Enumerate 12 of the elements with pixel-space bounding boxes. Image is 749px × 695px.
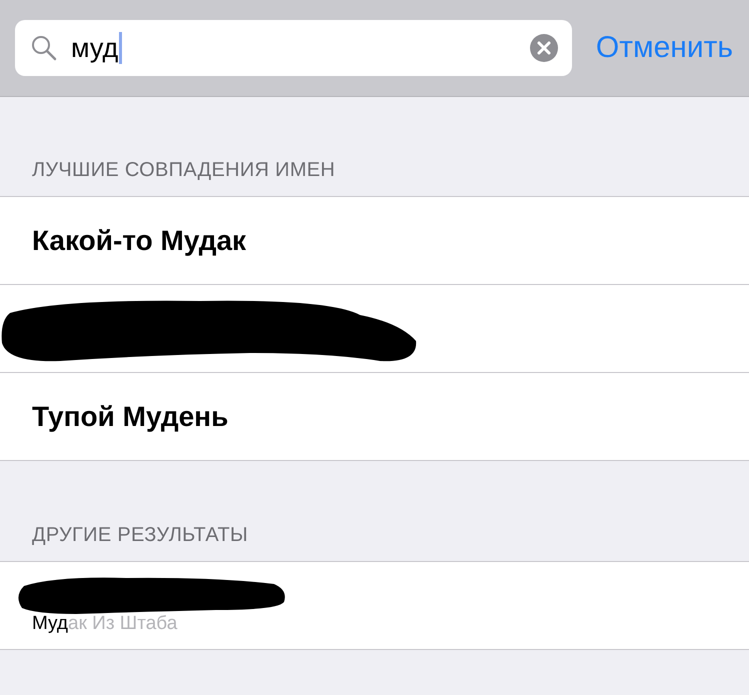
contact-row[interactable]: Тупой Мудень: [0, 373, 749, 460]
section-header: ЛУЧШИЕ СОВПАДЕНИЯ ИМЕН: [32, 159, 336, 182]
contact-row[interactable]: Мудак Из Штаба: [0, 562, 749, 649]
contact-detail: Мудак Из Штаба: [32, 612, 178, 634]
contact-name: Какой-то Мудак: [32, 224, 248, 256]
contact-row[interactable]: Какой-то Мудак: [0, 197, 749, 285]
contact-name: Тупой Мудень: [32, 400, 230, 432]
search-icon: [31, 35, 57, 61]
search-query: муд: [71, 32, 122, 64]
search-field[interactable]: муд: [15, 20, 572, 76]
section-header: ДРУГИЕ РЕЗУЛЬТАТЫ: [32, 524, 248, 547]
clear-icon[interactable]: [530, 34, 558, 62]
